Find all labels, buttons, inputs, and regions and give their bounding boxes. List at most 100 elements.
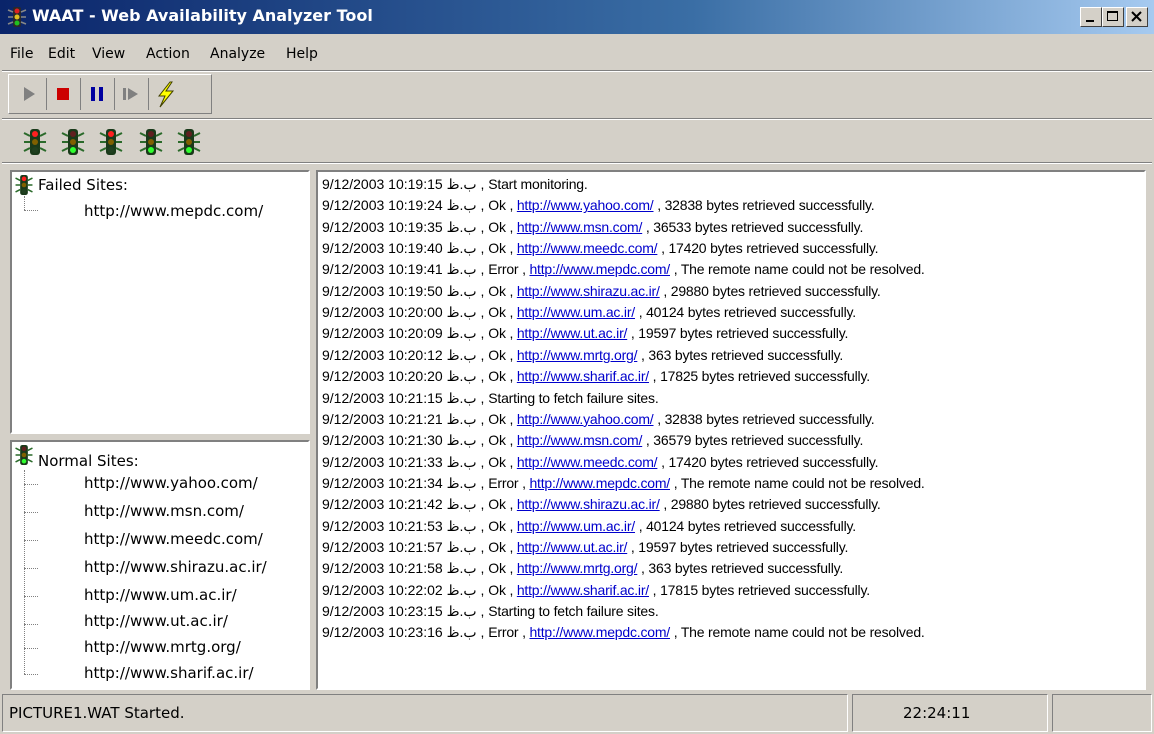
failed-sites-tree[interactable]: Failed Sites: http://www.mepdc.com/: [10, 170, 310, 434]
log-message: 36579 bytes retrieved successfully.: [653, 432, 864, 449]
log-entry: 9/12/2003 10:21:30 ب.ظ , Ok , http://www…: [322, 432, 864, 449]
normal-sites-label[interactable]: Normal Sites:: [38, 452, 139, 470]
log-status: Ok: [488, 410, 506, 427]
normal-site-item[interactable]: http://www.um.ac.ir/: [84, 586, 237, 604]
log-url-link[interactable]: http://www.msn.com/: [517, 219, 643, 235]
title-bar[interactable]: WAAT - Web Availability Analyzer Tool: [0, 0, 1154, 34]
stop-button[interactable]: [47, 78, 81, 110]
log-entry: 9/12/2003 10:21:58 ب.ظ , Ok , http://www…: [322, 560, 844, 577]
log-entry: 9/12/2003 10:21:15 ب.ظ , Starting to fet…: [322, 389, 659, 406]
log-entry: 9/12/2003 10:21:42 ب.ظ , Ok , http://www…: [322, 496, 881, 513]
log-url-link[interactable]: http://www.shirazu.ac.ir/: [517, 496, 660, 512]
log-url-link[interactable]: http://www.ut.ac.ir/: [517, 325, 628, 341]
menu-view[interactable]: View: [92, 46, 125, 62]
normal-site-item[interactable]: http://www.msn.com/: [84, 502, 244, 520]
maximize-icon: [1107, 11, 1118, 21]
log-timestamp: 9/12/2003 10:21:53 ب.ظ: [322, 517, 477, 534]
log-message: 29880 bytes retrieved successfully.: [670, 282, 881, 299]
traffic-light-4-icon: [139, 129, 163, 155]
maximize-button[interactable]: [1102, 7, 1124, 27]
stop-icon: [57, 88, 69, 100]
normal-site-item[interactable]: http://www.meedc.com/: [84, 530, 263, 548]
log-entry: 9/12/2003 10:19:40 ب.ظ , Ok , http://www…: [322, 240, 879, 257]
menu-action[interactable]: Action: [146, 46, 190, 62]
tree-line: [24, 540, 38, 541]
log-message: 32838 bytes retrieved successfully.: [664, 410, 875, 427]
log-url-link[interactable]: http://www.yahoo.com/: [517, 197, 654, 213]
window-title: WAAT - Web Availability Analyzer Tool: [32, 6, 373, 25]
play-button[interactable]: [13, 78, 47, 110]
log-url-link[interactable]: http://www.mepdc.com/: [529, 475, 670, 491]
log-url-link[interactable]: http://www.sharif.ac.ir/: [517, 368, 649, 384]
minimize-button[interactable]: [1080, 7, 1102, 27]
log-url-link[interactable]: http://www.yahoo.com/: [517, 411, 654, 427]
log-url-link[interactable]: http://www.um.ac.ir/: [517, 518, 635, 534]
normal-sites-icon: [15, 445, 33, 465]
log-timestamp: 9/12/2003 10:21:30 ب.ظ: [322, 432, 477, 449]
log-url-link[interactable]: http://www.msn.com/: [517, 432, 643, 448]
menu-separator: [2, 70, 1152, 72]
normal-sites-tree[interactable]: Normal Sites: http://www.yahoo.com/ http…: [10, 440, 310, 690]
log-timestamp: 9/12/2003 10:21:58 ب.ظ: [322, 560, 477, 577]
log-message: The remote name could not be resolved.: [680, 261, 925, 278]
log-url-link[interactable]: http://www.mrtg.org/: [517, 347, 638, 363]
log-timestamp: 9/12/2003 10:19:50 ب.ظ: [322, 282, 477, 299]
traffic-light-icon[interactable]: [6, 6, 28, 28]
tree-line: [24, 624, 38, 625]
log-url-link[interactable]: http://www.mepdc.com/: [529, 261, 670, 277]
log-entry: 9/12/2003 10:19:15 ب.ظ , Start monitorin…: [322, 176, 588, 192]
log-status: Starting to fetch failure sites.: [488, 603, 659, 619]
log-entry: 9/12/2003 10:20:09 ب.ظ , Ok , http://www…: [322, 325, 849, 342]
log-message: The remote name could not be resolved.: [680, 474, 925, 491]
step-icon: [123, 88, 138, 100]
log-entry: 9/12/2003 10:19:41 ب.ظ , Error , http://…: [322, 261, 925, 278]
normal-site-item[interactable]: http://www.shirazu.ac.ir/: [84, 558, 267, 576]
log-message: 17815 bytes retrieved successfully.: [660, 581, 870, 598]
log-url-link[interactable]: http://www.meedc.com/: [517, 454, 658, 470]
tree-line: [24, 648, 38, 649]
failed-sites-label[interactable]: Failed Sites:: [38, 176, 128, 194]
log-entry: 9/12/2003 10:20:00 ب.ظ , Ok , http://www…: [322, 304, 856, 321]
step-button[interactable]: [115, 78, 149, 110]
log-timestamp: 9/12/2003 10:21:33 ب.ظ: [322, 453, 477, 470]
normal-site-item[interactable]: http://www.sharif.ac.ir/: [84, 664, 254, 682]
log-url-link[interactable]: http://www.um.ac.ir/: [517, 304, 635, 320]
traffic-light-2-icon: [61, 129, 85, 155]
failed-sites-icon: [15, 175, 33, 195]
log-url-link[interactable]: http://www.mrtg.org/: [517, 560, 638, 576]
log-url-link[interactable]: http://www.ut.ac.ir/: [517, 539, 628, 555]
log-url-link[interactable]: http://www.meedc.com/: [517, 240, 658, 256]
log-status: Ok: [488, 325, 506, 342]
log-message: 40124 bytes retrieved successfully.: [646, 304, 856, 321]
pause-button[interactable]: [81, 78, 115, 110]
lights-separator: [2, 162, 1152, 164]
analyze-button[interactable]: [149, 78, 183, 110]
failed-site-item[interactable]: http://www.mepdc.com/: [84, 202, 263, 220]
log-panel[interactable]: 9/12/2003 10:19:15 ب.ظ , Start monitorin…: [316, 170, 1146, 690]
close-button[interactable]: [1126, 7, 1148, 27]
log-message: 19597 bytes retrieved successfully.: [638, 325, 849, 342]
log-entry: 9/12/2003 10:21:21 ب.ظ , Ok , http://www…: [322, 410, 875, 427]
log-timestamp: 9/12/2003 10:19:15 ب.ظ: [322, 176, 477, 192]
log-url-link[interactable]: http://www.sharif.ac.ir/: [517, 582, 649, 598]
menu-analyze[interactable]: Analyze: [210, 46, 265, 62]
menu-edit[interactable]: Edit: [48, 46, 75, 62]
log-timestamp: 9/12/2003 10:19:40 ب.ظ: [322, 240, 477, 257]
log-url-link[interactable]: http://www.mepdc.com/: [529, 624, 670, 640]
normal-site-item[interactable]: http://www.ut.ac.ir/: [84, 612, 228, 630]
traffic-light-3-icon: [99, 129, 123, 155]
pause-icon: [91, 87, 103, 101]
log-entry: 9/12/2003 10:19:50 ب.ظ , Ok , http://www…: [322, 282, 881, 299]
log-url-link[interactable]: http://www.shirazu.ac.ir/: [517, 283, 660, 299]
log-message: 32838 bytes retrieved successfully.: [664, 197, 875, 214]
menu-bar: File Edit View Action Analyze Help: [0, 38, 1154, 70]
normal-site-item[interactable]: http://www.yahoo.com/: [84, 474, 258, 492]
menu-help[interactable]: Help: [286, 46, 318, 62]
close-icon: [1131, 11, 1142, 22]
log-timestamp: 9/12/2003 10:21:57 ب.ظ: [322, 538, 477, 555]
menu-file[interactable]: File: [10, 46, 33, 62]
log-status: Ok: [488, 304, 506, 321]
log-message: 17420 bytes retrieved successfully.: [668, 240, 879, 257]
log-status: Ok: [488, 282, 506, 299]
normal-site-item[interactable]: http://www.mrtg.org/: [84, 638, 241, 656]
